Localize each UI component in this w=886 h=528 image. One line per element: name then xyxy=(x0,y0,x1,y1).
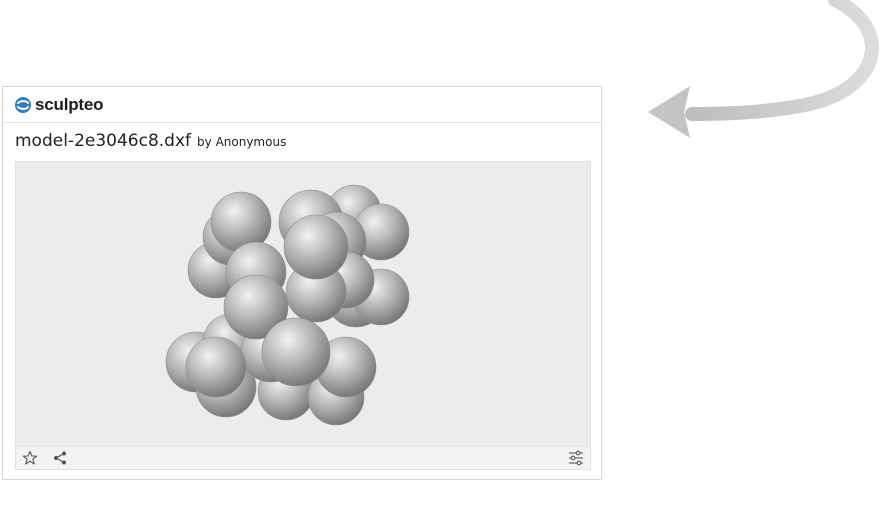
sculpteo-logo-icon xyxy=(15,96,31,113)
card-header: sculpteo xyxy=(3,87,601,123)
star-icon[interactable] xyxy=(22,450,38,466)
embed-card: sculpteo model-2e3046c8.dxf by Anonymous xyxy=(2,86,602,480)
model-byline: by Anonymous xyxy=(197,135,286,149)
brand-name: sculpteo xyxy=(35,94,104,114)
3d-model-render xyxy=(165,184,410,426)
sphere-cluster xyxy=(165,184,410,426)
model-author[interactable]: Anonymous xyxy=(216,135,287,149)
model-filename: model-2e3046c8.dxf xyxy=(15,131,192,151)
by-prefix: by xyxy=(197,135,212,149)
sculpteo-logo[interactable]: sculpteo xyxy=(15,94,104,115)
viewer-toolbar xyxy=(15,446,591,470)
settings-sliders-icon[interactable] xyxy=(568,450,584,466)
model-title-row: model-2e3046c8.dxf by Anonymous xyxy=(3,123,601,159)
3d-model-viewer[interactable] xyxy=(15,161,591,447)
share-icon[interactable] xyxy=(52,450,68,466)
curved-arrow-icon xyxy=(648,0,879,138)
